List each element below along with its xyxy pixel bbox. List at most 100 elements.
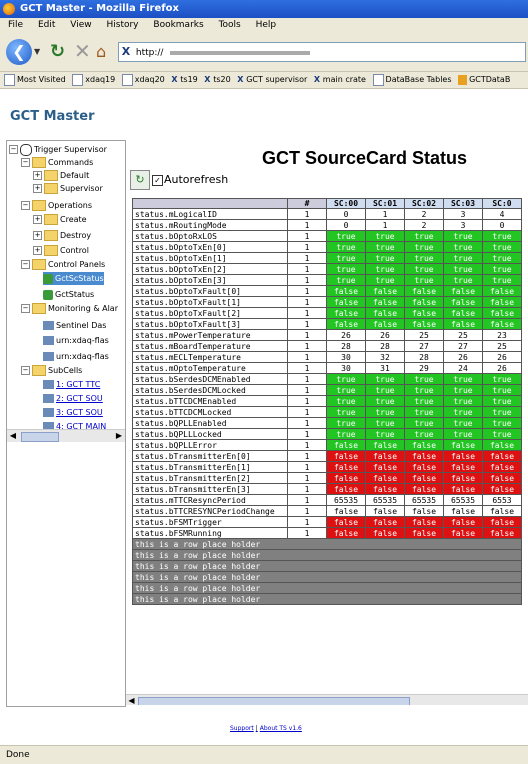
tree-horizontal-scrollbar[interactable]: ◀ ▶ bbox=[7, 429, 125, 442]
bookmark-ts19[interactable]: X ts19 bbox=[171, 75, 197, 84]
tree-node-sentinel[interactable]: Sentinel Das bbox=[43, 319, 106, 332]
tree-node-commands[interactable]: − Commands bbox=[21, 156, 93, 169]
table-row: status.bTransmitterEn[3] 1 false false false… bbox=[132, 483, 522, 495]
placeholder-text: this is a row place holder bbox=[132, 549, 522, 561]
row-count: 1 bbox=[287, 505, 327, 517]
autorefresh-checkbox[interactable]: ✓ bbox=[152, 175, 163, 186]
history-dropdown-icon[interactable]: ▼ bbox=[34, 47, 40, 56]
tree-node-subcell-1[interactable]: 1: GCT TTC bbox=[43, 378, 100, 391]
row-cell: true bbox=[443, 373, 483, 385]
table-row: status.bSerdesDCMLocked 1 true true true true… bbox=[132, 384, 522, 396]
table-row: status.bOptoTxEn[1] 1 true true true true true bbox=[132, 252, 522, 264]
menu-help[interactable]: Help bbox=[256, 20, 277, 30]
row-cell: true bbox=[482, 274, 522, 286]
row-name: status.bTransmitterEn[0] bbox=[132, 450, 288, 462]
row-cell: 28 bbox=[404, 351, 444, 363]
tree-node-destroy[interactable]: + Destroy bbox=[33, 229, 91, 242]
row-cell: false bbox=[482, 516, 522, 528]
bookmark-database-tables[interactable]: DataBase Tables bbox=[372, 73, 452, 86]
tree-node-default[interactable]: + Default bbox=[33, 169, 89, 182]
menu-bookmarks[interactable]: Bookmarks bbox=[153, 20, 203, 30]
scroll-thumb[interactable] bbox=[138, 697, 410, 705]
row-name: status.bQPLLError bbox=[132, 439, 288, 451]
page-icon bbox=[121, 73, 133, 86]
bookmark-xdaq19[interactable]: xdaq19 bbox=[72, 73, 115, 86]
row-count: 1 bbox=[287, 230, 327, 242]
reload-icon[interactable]: ↻ bbox=[50, 41, 65, 62]
about-link[interactable]: About TS v1.6 bbox=[260, 725, 302, 732]
autorefresh-label: Autorefresh bbox=[164, 173, 229, 186]
row-name: status.bSerdesDCMEnabled bbox=[132, 373, 288, 385]
firefox-icon bbox=[3, 3, 15, 15]
scroll-thumb[interactable] bbox=[21, 432, 59, 442]
tree-node-subcell-3[interactable]: 3: GCT SOU bbox=[43, 406, 103, 419]
tree-node-control[interactable]: + Control bbox=[33, 244, 89, 257]
row-cell: false bbox=[443, 527, 483, 539]
menu-tools[interactable]: Tools bbox=[219, 20, 241, 30]
table-row: status.bSerdesDCMEnabled 1 true true true tru… bbox=[132, 373, 522, 385]
bookmark-xdaq20[interactable]: xdaq20 bbox=[121, 73, 165, 86]
footer-links: Support | About TS v1.6 bbox=[230, 725, 302, 732]
bookmark-main-crate[interactable]: X main crate bbox=[314, 75, 366, 84]
bookmark-gct-supervisor[interactable]: X GCT supervisor bbox=[237, 75, 307, 84]
menu-history[interactable]: History bbox=[106, 20, 138, 30]
tree-node-subcell-2[interactable]: 2: GCT SOU bbox=[43, 392, 103, 405]
table-header-row: # SC:00 SC:01 SC:02 SC:03 SC:0 bbox=[132, 198, 522, 209]
tree-node-gctstatus[interactable]: GctStatus bbox=[43, 288, 94, 301]
refresh-button[interactable]: ↻ bbox=[130, 170, 150, 190]
page-icon bbox=[372, 73, 384, 86]
bookmark-most-visited[interactable]: Most Visited bbox=[4, 73, 66, 86]
row-cell: false bbox=[404, 483, 444, 495]
tree-node-control-panels[interactable]: − Control Panels bbox=[21, 258, 105, 271]
home-icon[interactable]: ⌂ bbox=[96, 42, 106, 61]
row-cell: false bbox=[482, 483, 522, 495]
scroll-left-icon[interactable]: ◀ bbox=[126, 695, 137, 705]
table-row: status.bTTCDCMEnabled 1 true true true true tr… bbox=[132, 395, 522, 407]
scroll-right-icon[interactable]: ▶ bbox=[113, 430, 125, 442]
bookmark-gctdatab[interactable]: GCTDataB bbox=[458, 74, 510, 85]
menu-edit[interactable]: Edit bbox=[38, 20, 55, 30]
table-row: status.bTransmitterEn[2] 1 false false false… bbox=[132, 472, 522, 484]
scroll-left-icon[interactable]: ◀ bbox=[7, 430, 19, 442]
window-titlebar: GCT Master - Mozilla Firefox bbox=[0, 0, 528, 18]
row-name: status.bSerdesDCMLocked bbox=[132, 384, 288, 396]
folder-icon bbox=[32, 303, 46, 314]
tree-node-subcells[interactable]: − SubCells bbox=[21, 364, 82, 377]
row-name: status.bQPLLLocked bbox=[132, 428, 288, 440]
row-count: 1 bbox=[287, 241, 327, 253]
navigation-toolbar: ❮ ▼ ↻ ✕ ⌂ X http:// bbox=[0, 33, 528, 72]
row-cell: false bbox=[482, 296, 522, 308]
row-cell: false bbox=[482, 461, 522, 473]
row-cell: 65535 bbox=[443, 494, 483, 506]
row-cell: true bbox=[365, 384, 405, 396]
back-button[interactable]: ❮ bbox=[6, 39, 32, 65]
tree-node-monitoring[interactable]: − Monitoring & Alar bbox=[21, 302, 118, 315]
table-horizontal-scrollbar[interactable]: ◀ bbox=[126, 694, 528, 705]
row-cell: 32 bbox=[365, 351, 405, 363]
stop-icon[interactable]: ✕ bbox=[74, 39, 91, 63]
row-cell: 25 bbox=[482, 340, 522, 352]
row-cell: false bbox=[326, 439, 366, 451]
row-count: 1 bbox=[287, 208, 327, 220]
bookmark-ts20[interactable]: X ts20 bbox=[204, 75, 230, 84]
row-cell: true bbox=[482, 428, 522, 440]
row-cell: true bbox=[326, 263, 366, 275]
table-row: status.mLogicalID 1 0 1 2 3 4 bbox=[132, 208, 522, 220]
row-cell: true bbox=[365, 230, 405, 242]
url-bar[interactable]: X http:// bbox=[118, 42, 526, 62]
tree-node-flashlist-2[interactable]: urn:xdaq-flas bbox=[43, 350, 109, 363]
row-cell: true bbox=[365, 395, 405, 407]
menu-file[interactable]: File bbox=[8, 20, 23, 30]
menu-view[interactable]: View bbox=[70, 20, 91, 30]
row-cell: false bbox=[404, 527, 444, 539]
tree-node-supervisor[interactable]: + Supervisor bbox=[33, 182, 103, 195]
row-cell: true bbox=[443, 274, 483, 286]
tree-node-create[interactable]: + Create bbox=[33, 213, 87, 226]
tree-node-trigger-supervisor[interactable]: − Trigger Supervisor bbox=[9, 143, 107, 156]
tree-node-operations[interactable]: − Operations bbox=[21, 199, 92, 212]
folder-icon bbox=[32, 200, 46, 211]
support-link[interactable]: Support bbox=[230, 725, 254, 732]
panel-icon bbox=[43, 289, 53, 300]
tree-node-flashlist-1[interactable]: urn:xdaq-flas bbox=[43, 334, 109, 347]
tree-node-gctscstatus[interactable]: GctScStatus bbox=[43, 272, 104, 285]
